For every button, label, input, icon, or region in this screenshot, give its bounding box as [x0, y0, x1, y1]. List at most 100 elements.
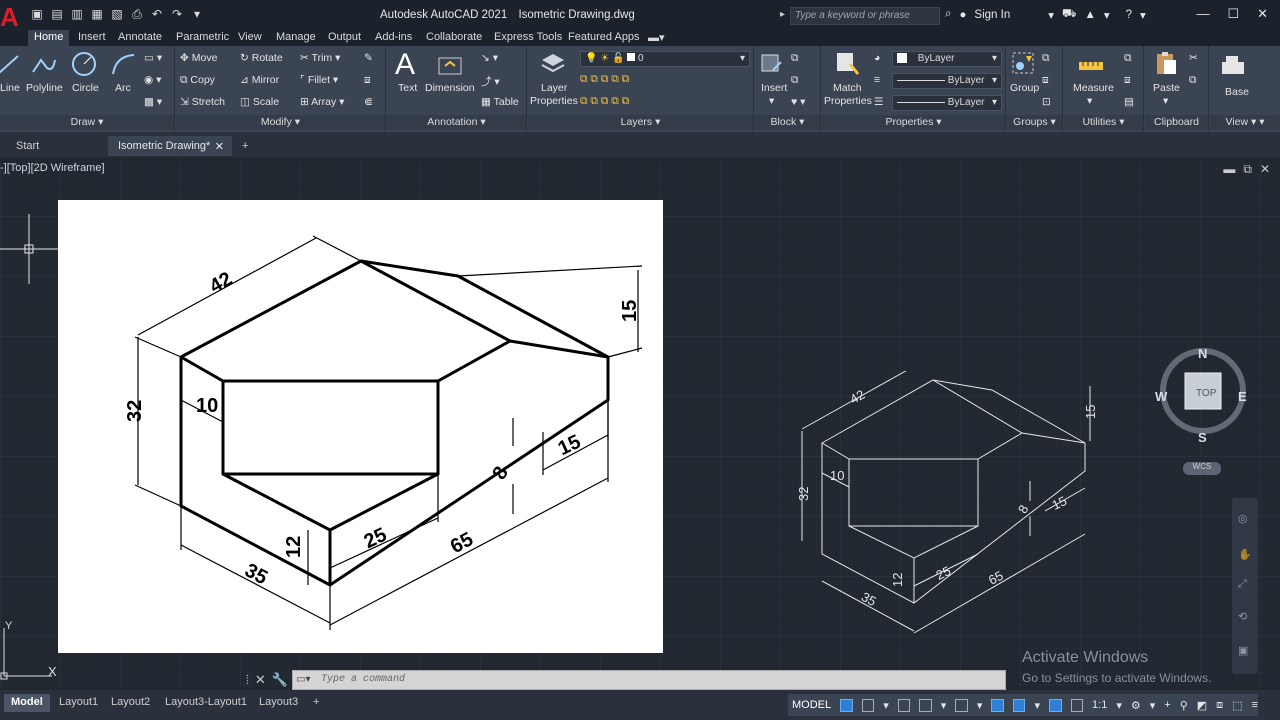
help-icon[interactable]: ? [1126, 9, 1132, 21]
layout-tab-layout1[interactable]: Layout1 [52, 694, 105, 712]
leader-icon[interactable]: ↘ ▾ [481, 52, 498, 64]
polyline-icon[interactable] [31, 52, 57, 78]
object-snap-icon[interactable] [1012, 698, 1026, 712]
insert-dropdown-icon[interactable]: ▾ [769, 95, 774, 107]
layer-tools-row-1-icon[interactable]: ⧉ ⧉ ⧉ ⧉ ⧉ [580, 73, 629, 86]
user-icon[interactable]: ● [959, 9, 966, 21]
ortho-toggle-icon[interactable] [897, 698, 911, 712]
layout-tab-layout2[interactable]: Layout2 [104, 694, 157, 712]
snap-toggle-icon[interactable] [861, 698, 875, 712]
zoom-extents-icon[interactable]: ⤢ [1238, 578, 1247, 591]
lineweight-icon[interactable]: ☰ [874, 96, 883, 108]
viewcube-top-face[interactable]: TOP [1196, 388, 1216, 399]
tab-home[interactable]: Home [28, 30, 70, 46]
tab-add-ins[interactable]: Add-ins [369, 30, 418, 46]
ungroup-icon[interactable]: ⧉ [1042, 52, 1050, 65]
command-grip-icon[interactable]: ⦙ [246, 672, 249, 688]
print-icon[interactable]: ⎙ [130, 7, 144, 21]
grid-toggle-icon[interactable] [840, 698, 853, 712]
cart-icon[interactable]: ⛟ [1062, 7, 1076, 22]
compass-north[interactable]: N [1198, 346, 1207, 361]
match-properties-label-1[interactable]: Match [833, 82, 862, 94]
customize-qat-icon[interactable]: ▾ [190, 7, 204, 21]
circle-button[interactable]: Circle [72, 82, 99, 94]
autodesk-app-icon[interactable]: ▲ [1084, 9, 1095, 21]
viewcube[interactable]: TOP N S E W WCS [1152, 346, 1252, 476]
exchange-dropdown-icon[interactable]: ▾ [1104, 8, 1110, 22]
annotation-visibility-icon[interactable] [1048, 698, 1062, 712]
calculator-icon[interactable]: ▤ [1124, 96, 1134, 108]
gradient-icon[interactable]: ▩ ▾ [144, 96, 162, 108]
line-icon[interactable] [0, 52, 22, 78]
showmotion-icon[interactable]: ▣ [1238, 644, 1248, 657]
close-icon[interactable]: ✕ [1257, 6, 1268, 22]
clean-screen-icon[interactable]: ⬚ [1232, 699, 1242, 712]
undo-icon[interactable]: ↶ [150, 7, 164, 21]
rectangle-icon[interactable]: ▭ ▾ [144, 52, 162, 64]
linetype-icon[interactable]: ≡ [874, 74, 880, 86]
isodraft-icon[interactable] [955, 698, 968, 712]
viewport-label[interactable]: -][Top][2D Wireframe] [0, 162, 105, 174]
select-all-icon[interactable]: ⧈ [1124, 74, 1131, 87]
polar-tracking-icon[interactable] [919, 698, 932, 712]
add-layout-plus-icon[interactable]: + [306, 694, 326, 712]
color-dropdown[interactable]: ByLayer ▾ [892, 51, 1002, 67]
orbit-icon[interactable]: ⟲ [1238, 610, 1247, 623]
tab-annotate[interactable]: Annotate [112, 30, 168, 46]
viewport-restore-icon[interactable]: ⧉ [1243, 162, 1252, 177]
command-history-icon[interactable]: ▭▾ [296, 674, 310, 685]
hardware-acceleration-icon[interactable]: ◩ [1197, 699, 1207, 712]
panel-title-view[interactable]: View ▾ ▾ [1210, 115, 1280, 130]
autocad-app-icon[interactable]: A [0, 2, 22, 32]
quick-select-icon[interactable]: ⧉ [1124, 52, 1132, 65]
sign-in-dropdown-icon[interactable]: ▾ [1048, 8, 1054, 22]
scale-dropdown-icon[interactable]: ▾ [1116, 699, 1122, 712]
viewport-close-icon[interactable]: ✕ [1260, 162, 1270, 177]
layout-tab-layout3[interactable]: Layout3 [252, 694, 305, 712]
panel-title-draw[interactable]: Draw ▾ [0, 115, 174, 130]
cut-icon[interactable]: ✂ [1189, 52, 1198, 64]
text-button[interactable]: Text [398, 82, 417, 94]
maximize-icon[interactable]: ☐ [1227, 6, 1239, 22]
panel-title-layers[interactable]: Layers ▾ [528, 115, 753, 130]
object-snap-dropdown-icon[interactable]: ▾ [1034, 699, 1040, 712]
annotation-monitor-icon[interactable]: + [1164, 699, 1170, 711]
snap-dropdown-icon[interactable]: ▾ [883, 699, 889, 712]
polyline-button[interactable]: Polyline [26, 82, 63, 94]
steering-wheel-icon[interactable]: ◎ [1238, 512, 1248, 525]
erase-icon[interactable]: ✎ [364, 52, 373, 64]
panel-title-clipboard[interactable]: Clipboard [1145, 115, 1208, 130]
text-icon[interactable]: A [395, 48, 415, 82]
workspace-dropdown-icon[interactable]: ▾ [1150, 699, 1156, 712]
arc-button[interactable]: Arc [115, 82, 131, 94]
hatch-icon[interactable]: ◉ ▾ [144, 74, 161, 86]
base-button[interactable]: Base [1225, 86, 1249, 98]
open-file-icon[interactable]: ▤ [50, 7, 64, 21]
file-tab-current[interactable]: Isometric Drawing* ✕ [108, 136, 232, 156]
search-input[interactable]: Type a keyword or phrase [790, 7, 940, 25]
model-space-toggle[interactable]: MODEL [792, 699, 831, 711]
workspace-gear-icon[interactable]: ⚙ [1131, 699, 1141, 712]
sign-in-button[interactable]: Sign In [974, 9, 1010, 21]
viewport-minimize-icon[interactable]: ▬ [1223, 162, 1235, 177]
layout-tab-layout3-layout1[interactable]: Layout3-Layout1 [158, 694, 254, 712]
match-properties-icon[interactable] [834, 50, 860, 76]
ribbon-minimize-icon[interactable]: ▬▾ [642, 30, 671, 46]
layout-tab-model[interactable]: Model [4, 694, 50, 712]
offset-icon[interactable]: ⋐ [364, 96, 373, 108]
drawing-viewport[interactable]: -][Top][2D Wireframe] ▬ ⧉ ✕ 42 32 10 15 … [0, 156, 1280, 686]
search-icon[interactable]: ⌕ [945, 8, 951, 21]
panel-title-modify[interactable]: Modify ▾ [176, 115, 385, 130]
fillet-button[interactable]: ⌜ Fillet ▾ [300, 74, 338, 86]
linetype-dropdown[interactable]: ByLayer ▾ [892, 73, 1002, 89]
compass-west[interactable]: W [1155, 389, 1167, 404]
file-tab-start[interactable]: Start [6, 136, 49, 156]
tab-featured-apps[interactable]: Featured Apps [562, 30, 646, 46]
cad-isometric-model[interactable]: 42 32 10 15 15 8 25 65 12 35 [790, 371, 1110, 661]
minimize-icon[interactable]: — [1196, 6, 1209, 22]
tab-manage[interactable]: Manage [270, 30, 322, 46]
tab-collaborate[interactable]: Collaborate [420, 30, 488, 46]
explode-icon[interactable]: ⧈ [364, 74, 371, 87]
group-icon[interactable] [1010, 50, 1036, 76]
panel-title-utilities[interactable]: Utilities ▾ [1064, 115, 1143, 130]
